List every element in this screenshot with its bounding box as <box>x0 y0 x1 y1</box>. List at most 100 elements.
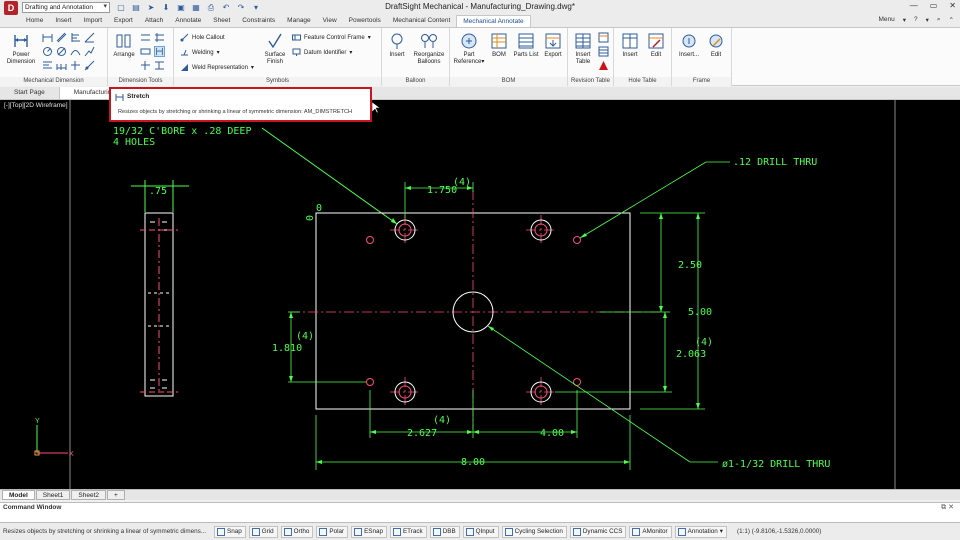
parts-list-button[interactable]: Parts List <box>512 32 540 59</box>
expand-icon[interactable]: ⌃ <box>949 16 954 24</box>
dbb-toggle[interactable]: DBB <box>429 526 460 538</box>
dim-0-top[interactable]: 0 <box>316 203 322 214</box>
revision-edit-icon[interactable] <box>598 32 609 43</box>
drill-thru-note[interactable]: .12 DRILL THRU <box>733 157 817 168</box>
revision-list-icon[interactable] <box>598 46 609 57</box>
hole-table-edit-button[interactable]: Edit <box>644 32 668 59</box>
power-dimension-button[interactable]: Power Dimension <box>4 32 38 66</box>
tab-annotate[interactable]: Annotate <box>169 15 207 27</box>
dim-250[interactable]: 2.50 <box>678 260 702 271</box>
dim-0-left[interactable]: 0 <box>305 215 316 221</box>
tab-insert[interactable]: Insert <box>49 15 77 27</box>
doc-tab-start-page[interactable]: Start Page <box>0 87 60 99</box>
tab-import[interactable]: Import <box>78 15 108 27</box>
continue-dim-icon[interactable] <box>56 60 67 71</box>
bom-button[interactable]: BOM <box>488 32 510 59</box>
add-sheet-icon[interactable]: + <box>107 490 125 500</box>
qat-dropdown-icon[interactable]: ▾ <box>251 3 261 13</box>
linear-dim-icon[interactable] <box>42 32 53 43</box>
dim-800[interactable]: 8.00 <box>461 457 485 468</box>
datum-dropdown-icon[interactable]: ▾ <box>349 49 352 56</box>
ortho-toggle[interactable]: Ortho <box>280 526 314 538</box>
dim-4-top[interactable]: (4) <box>453 177 471 188</box>
baseline-dim-icon[interactable] <box>42 60 53 71</box>
arc-dim-icon[interactable] <box>70 46 81 57</box>
save-as-icon[interactable]: ▦ <box>191 3 201 13</box>
tab-powertools[interactable]: Powertools <box>343 15 387 27</box>
tab-sheet[interactable]: Sheet <box>207 15 236 27</box>
tab-home[interactable]: Home <box>20 15 49 27</box>
layout-tab-model[interactable]: Model <box>2 490 35 500</box>
center-mark-icon[interactable] <box>84 60 95 71</box>
new-file-icon[interactable]: ▢ <box>116 3 126 13</box>
amonitor-toggle[interactable]: AMonitor <box>629 526 672 538</box>
import-icon[interactable]: ⬇ <box>161 3 171 13</box>
jogged-dim-icon[interactable] <box>84 46 95 57</box>
chain-dim-icon[interactable] <box>70 60 81 71</box>
surface-finish-button[interactable]: Surface Finish <box>260 32 290 66</box>
tab-view[interactable]: View <box>317 15 343 27</box>
welding-dropdown-icon[interactable]: ▾ <box>217 49 220 56</box>
small-hole-top-left[interactable] <box>366 236 374 244</box>
dim-align-icon[interactable] <box>154 60 165 71</box>
frame-insert-button[interactable]: Insert... <box>676 32 702 59</box>
feature-control-frame-button[interactable]: Feature Control Frame ▾ <box>292 33 371 42</box>
space-dim-icon[interactable] <box>154 32 165 43</box>
maximize-icon[interactable]: ▭ <box>930 1 938 10</box>
dim-500[interactable]: 5.00 <box>688 307 712 318</box>
dim-400[interactable]: 4.00 <box>540 428 564 439</box>
dim-2627[interactable]: 2.627 <box>407 428 437 439</box>
tab-mechanical-annotate[interactable]: Mechanical Annotate <box>456 15 531 27</box>
save-icon[interactable]: ▣ <box>176 3 186 13</box>
tab-attach[interactable]: Attach <box>139 15 169 27</box>
arrange-button[interactable]: Arrange <box>112 32 136 59</box>
dim-075[interactable]: .75 <box>149 186 167 197</box>
inspection-dim-icon[interactable] <box>140 46 151 57</box>
small-hole-bottom-left[interactable] <box>366 378 374 386</box>
balloon-insert-button[interactable]: Insert <box>386 32 408 59</box>
menu-dropdown-icon[interactable]: ▾ <box>903 16 906 24</box>
cmd-close-icon[interactable]: ✕ <box>948 504 954 511</box>
welding-button[interactable]: Welding ▾ <box>180 48 220 57</box>
menu-button[interactable]: Menu <box>878 16 894 24</box>
datum-identifier-button[interactable]: Datum Identifier ▾ <box>292 48 352 57</box>
select-icon[interactable]: ➤ <box>146 3 156 13</box>
holes-note[interactable]: 4 HOLES <box>113 137 155 148</box>
polar-toggle[interactable]: Polar <box>316 526 349 538</box>
part-reference-button[interactable]: Part Reference▾ <box>452 32 486 66</box>
drawing-canvas[interactable]: [-][Top][2D Wireframe] .75 19/32 C'BORE … <box>0 100 960 489</box>
stretch-icon[interactable] <box>154 46 165 57</box>
cycling-selection-toggle[interactable]: Cycling Selection <box>501 526 567 538</box>
grid-toggle[interactable]: Grid <box>248 526 278 538</box>
bom-export-button[interactable]: Export <box>542 32 564 59</box>
ordinate-dim-icon[interactable] <box>70 32 81 43</box>
workspace-select[interactable]: Drafting and Annotation <box>22 2 110 13</box>
annotation-dropdown[interactable]: Annotation ▾ <box>674 526 727 538</box>
esnap-toggle[interactable]: ESnap <box>351 526 387 538</box>
dim-2063[interactable]: 2.063 <box>676 349 706 360</box>
aligned-dim-icon[interactable] <box>56 32 67 43</box>
big-drill-note[interactable]: ø1-1/32 DRILL THRU <box>722 459 830 470</box>
insert-table-button[interactable]: Insert Table <box>571 32 595 66</box>
tab-export[interactable]: Export <box>108 15 139 27</box>
app-logo-icon[interactable]: D <box>4 0 18 15</box>
layout-tab-sheet2[interactable]: Sheet2 <box>71 490 106 500</box>
minimize-icon[interactable]: — <box>910 1 918 10</box>
break-dim-icon[interactable] <box>140 32 151 43</box>
radius-dim-icon[interactable] <box>42 46 53 57</box>
tab-mechanical-content[interactable]: Mechanical Content <box>387 15 456 27</box>
undo-icon[interactable]: ↶ <box>221 3 231 13</box>
tab-manage[interactable]: Manage <box>281 15 317 27</box>
diameter-dim-icon[interactable] <box>56 46 67 57</box>
dim-4-bottom[interactable]: (4) <box>433 415 451 426</box>
help-icon[interactable]: ? <box>914 16 918 24</box>
etrack-toggle[interactable]: ETrack <box>389 526 427 538</box>
search-icon[interactable]: ⌕ <box>937 16 941 24</box>
qinput-toggle[interactable]: QInput <box>462 526 499 538</box>
part-reference-dropdown-icon[interactable]: ▾ <box>481 59 484 65</box>
print-icon[interactable]: ⎙ <box>206 3 216 13</box>
dim-4-right[interactable]: (4) <box>695 337 713 348</box>
frame-edit-button[interactable]: Edit <box>704 32 728 59</box>
cbore-note[interactable]: 19/32 C'BORE x .28 DEEP <box>113 126 251 137</box>
reorganize-balloons-button[interactable]: Reorganize Balloons <box>410 32 448 66</box>
